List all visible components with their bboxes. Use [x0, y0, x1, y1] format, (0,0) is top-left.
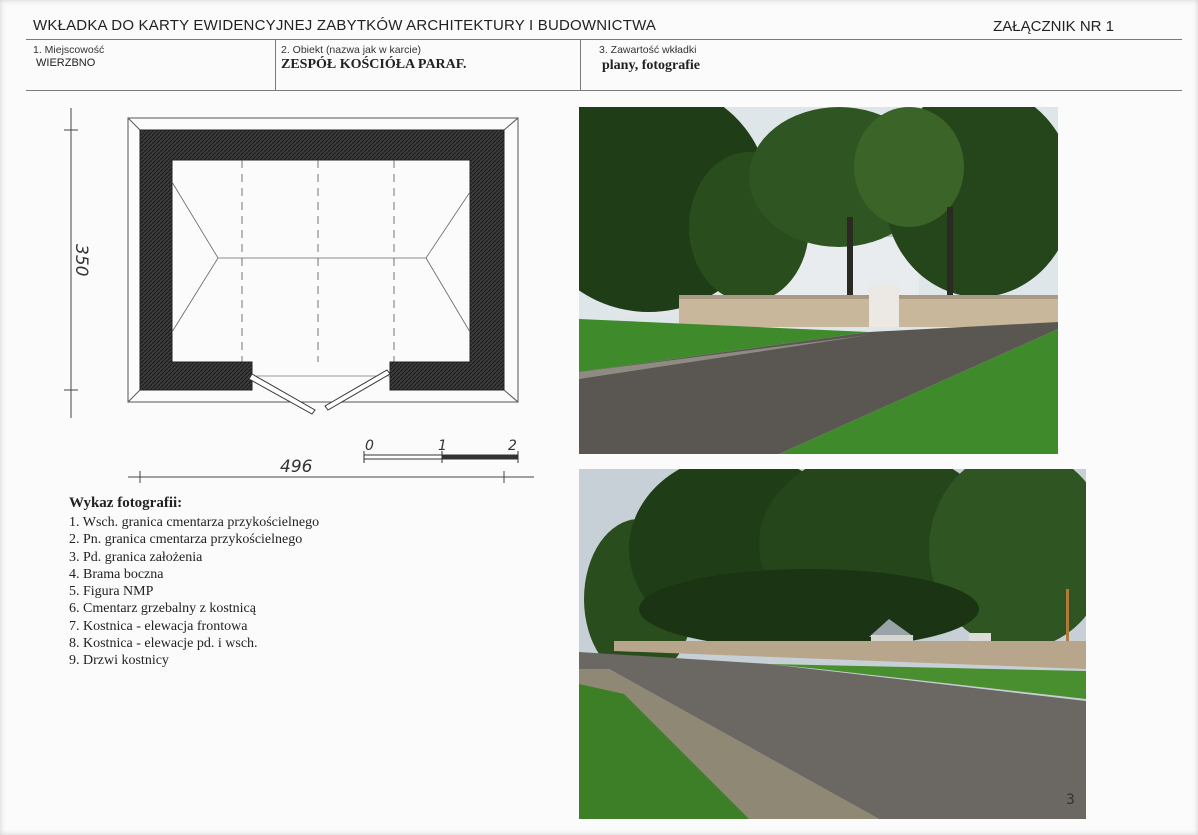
- photo-list-title: Wykaz fotografii:: [69, 495, 183, 511]
- roof-corner-line: [503, 389, 519, 403]
- photo-list: Wykaz fotografii: 1. Wsch. granica cment…: [69, 495, 319, 670]
- field-label-locality: 1. Miejscowość: [33, 44, 105, 56]
- photo-list-item: 6. Cmentarz grzebalny z kostnicą: [69, 601, 256, 617]
- width-dimension-label: 496: [280, 457, 313, 477]
- field-label-contents: 3. Zawartość wkładki: [599, 44, 697, 56]
- photo-list-item: 7. Kostnica - elewacja frontowa: [69, 618, 248, 634]
- photo-list-item: 8. Kostnica - elewacje pd. i wsch.: [69, 636, 258, 652]
- height-dimension-label: 350: [71, 244, 91, 276]
- scale-label-0: 0: [365, 438, 374, 454]
- page-title: WKŁADKA DO KARTY EWIDENCYJNEJ ZABYTKÓW A…: [33, 17, 657, 34]
- hip-line: [171, 181, 219, 259]
- field-divider-1: [275, 39, 276, 91]
- roof-corner-line: [127, 117, 141, 131]
- header-rule-top: [26, 39, 1182, 40]
- photo-list-item: 4. Brama boczna: [69, 566, 164, 582]
- floor-plan-drawing: 350 496 0 1 2: [64, 108, 534, 483]
- photo-cemetery-road: [579, 469, 1086, 819]
- hip-line: [171, 257, 219, 333]
- page-number: 3: [1066, 792, 1075, 808]
- field-label-object: 2. Obiekt (nazwa jak w karcie): [281, 44, 422, 56]
- hip-line: [425, 191, 471, 259]
- hip-line: [425, 257, 471, 333]
- photo-list-item: 5. Figura NMP: [69, 584, 154, 600]
- scale-label-1: 1: [438, 438, 447, 454]
- field-value-contents: plany, fotografie: [602, 58, 700, 73]
- photo-list-item: 1. Wsch. granica cmentarza przykościelne…: [69, 515, 320, 530]
- scale-bar: 0 1 2: [363, 438, 519, 463]
- inventory-insert-page: WKŁADKA DO KARTY EWIDENCYJNEJ ZABYTKÓW A…: [0, 0, 1198, 835]
- door-leaf-left: [248, 373, 316, 415]
- wall-section: [139, 129, 505, 391]
- photo-church-wall: [579, 107, 1058, 454]
- scale-label-2: 2: [508, 438, 517, 454]
- annex-number: ZAŁĄCZNIK NR 1: [993, 18, 1114, 35]
- roof-outline: [127, 117, 519, 403]
- roof-corner-line: [127, 389, 141, 403]
- photo-list-item: 3. Pd. granica założenia: [69, 549, 203, 565]
- field-divider-2: [580, 39, 581, 91]
- photo-list-item: 9. Drzwi kostnicy: [69, 653, 169, 669]
- photo-list-item: 2. Pn. granica cmentarza przykościelnego: [69, 532, 303, 548]
- field-value-locality: WIERZBNO: [36, 57, 96, 69]
- field-value-object: ZESPÓŁ KOŚCIÓŁA PARAF.: [281, 57, 467, 72]
- header-rule-bottom: [26, 90, 1182, 91]
- roof-corner-line: [503, 117, 519, 131]
